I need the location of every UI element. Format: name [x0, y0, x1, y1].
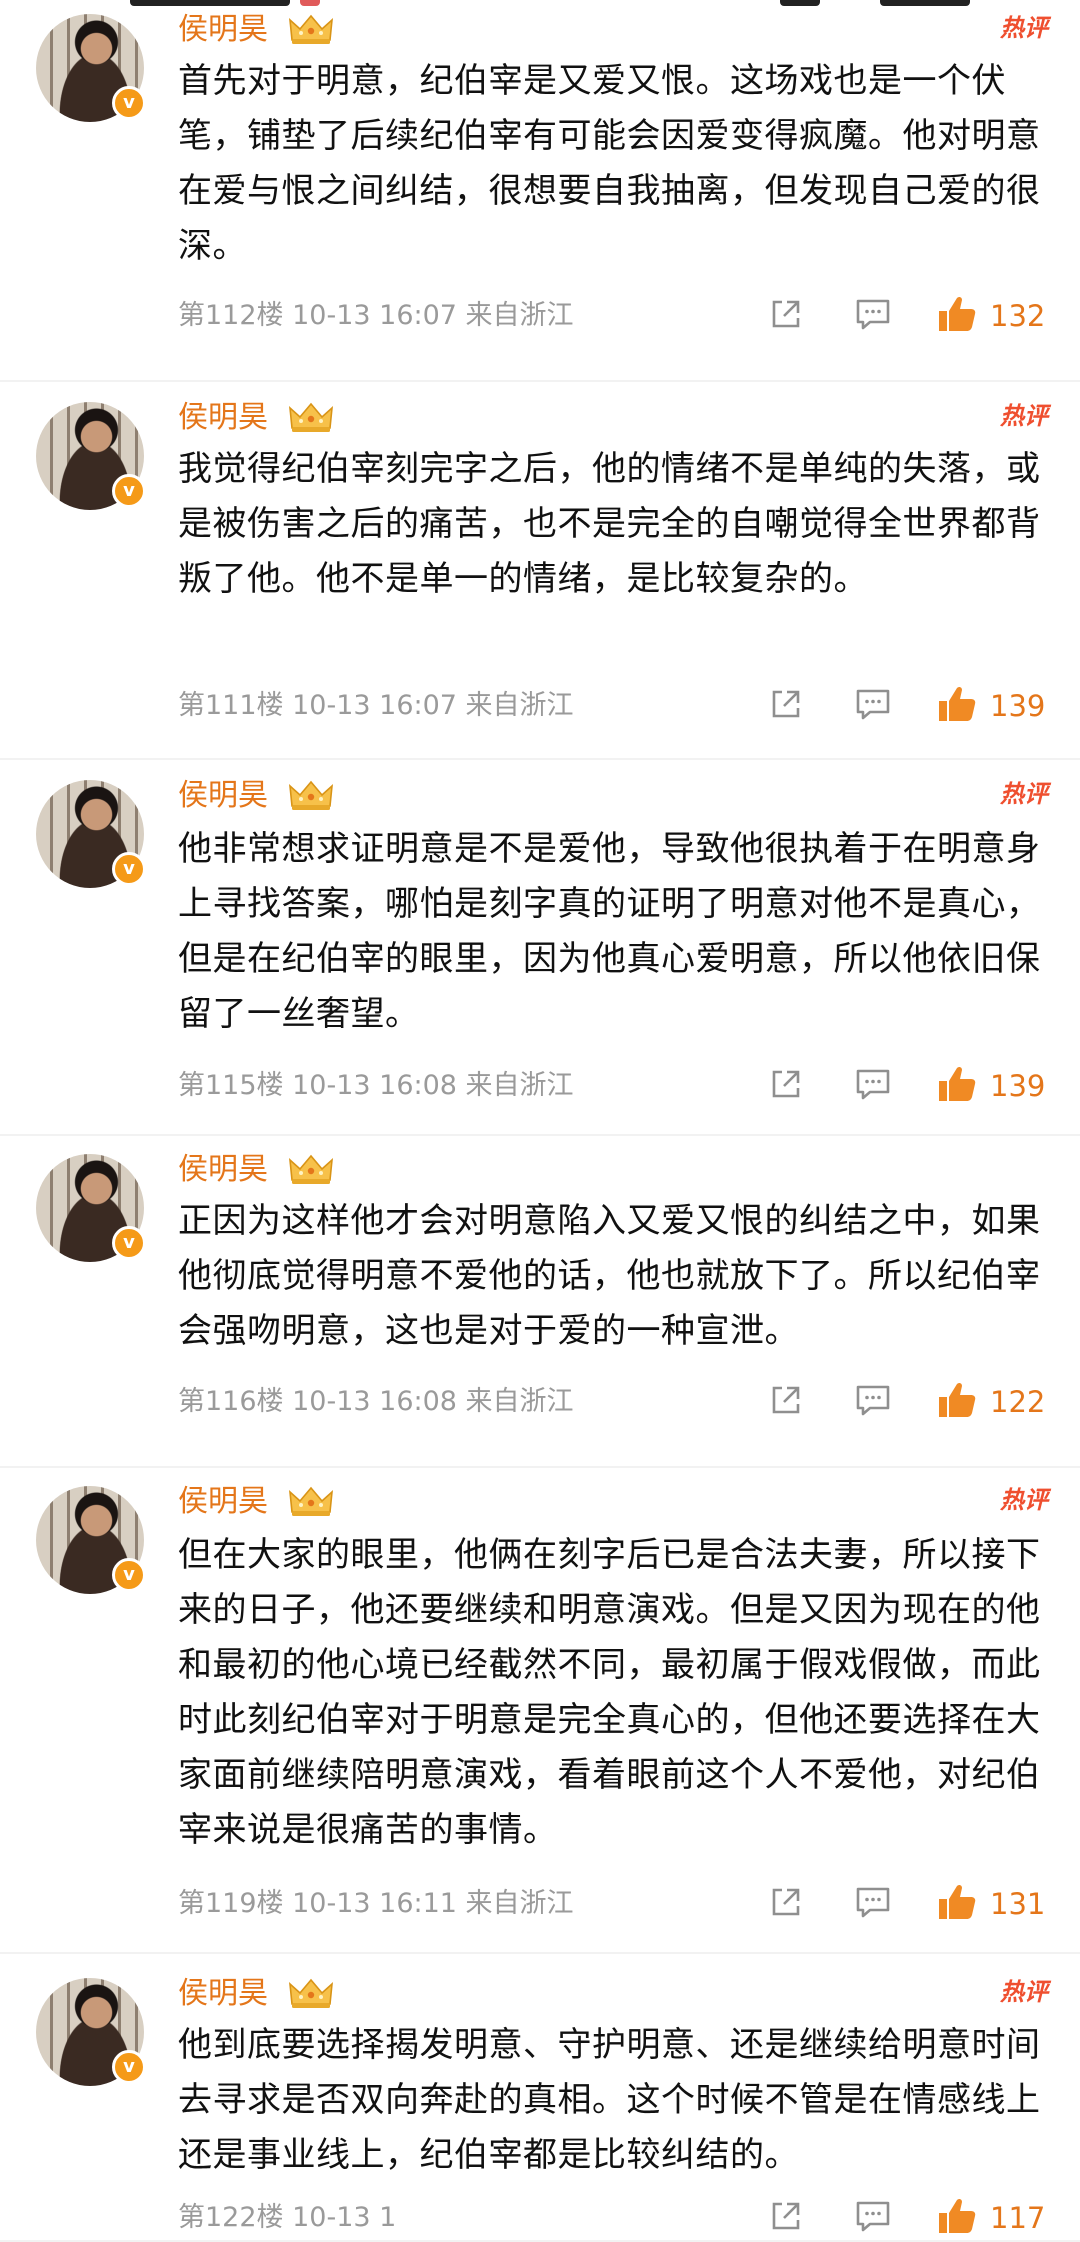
verified-badge-icon: v — [112, 86, 146, 120]
hot-comment-badge: 热评 — [1000, 402, 1048, 430]
comment-item[interactable]: v 侯明昊 热评 他到底要选择揭发明意、守护明意、还是继续给明意时间去寻求是否双… — [0, 1954, 1080, 2242]
comment-item[interactable]: v 侯明昊 热评 我觉得纪伯宰刻完字之后，他的情绪不是单纯的失落，或是被伤害之后… — [0, 382, 1080, 760]
hot-comment-badge: 热评 — [1000, 780, 1048, 808]
share-icon[interactable] — [768, 1382, 804, 1422]
thumbs-up-icon[interactable] — [936, 294, 978, 334]
like-count: 131 — [990, 1887, 1046, 1921]
comment-meta: 第111楼 10-13 16:07 来自浙江 — [178, 690, 574, 721]
like-count: 139 — [990, 689, 1046, 723]
hot-comment-badge: 热评 — [1000, 1486, 1048, 1514]
crown-icon — [288, 12, 334, 46]
share-icon[interactable] — [768, 296, 804, 336]
author-name[interactable]: 侯明昊 — [178, 398, 268, 438]
verified-badge-icon: v — [112, 2050, 146, 2084]
crown-icon — [288, 400, 334, 434]
thumbs-up-icon[interactable] — [936, 684, 978, 724]
comment-text: 他到底要选择揭发明意、守护明意、还是继续给明意时间去寻求是否双向奔赴的真相。这个… — [178, 2025, 1041, 2175]
crown-icon — [288, 1152, 334, 1186]
comment-item[interactable]: v 侯明昊 热评 他非常想求证明意是不是爱他，导致他很执着于在明意身上寻找答案，… — [0, 760, 1080, 1136]
share-icon[interactable] — [768, 1884, 804, 1924]
thumbs-up-icon[interactable] — [936, 2196, 978, 2236]
verified-badge-icon: v — [112, 852, 146, 886]
comment-icon[interactable] — [854, 1382, 892, 1422]
thumbs-up-icon[interactable] — [936, 1882, 978, 1922]
comment-meta: 第119楼 10-13 16:11 来自浙江 — [178, 1888, 574, 1919]
like-count: 139 — [990, 1069, 1046, 1103]
share-icon[interactable] — [768, 1066, 804, 1106]
crown-icon — [288, 778, 334, 812]
share-icon[interactable] — [768, 686, 804, 726]
comment-meta: 第115楼 10-13 16:08 来自浙江 — [178, 1070, 574, 1101]
hot-comment-badge: 热评 — [1000, 14, 1048, 42]
comment-icon[interactable] — [854, 1066, 892, 1106]
comment-text: 他非常想求证明意是不是爱他，导致他很执着于在明意身上寻找答案，哪怕是刻字真的证明… — [178, 829, 1041, 1034]
comment-item[interactable]: v 侯明昊 热评 首先对于明意，纪伯宰是又爱又恨。这场戏也是一个伏笔，铺垫了后续… — [0, 10, 1080, 382]
crown-icon — [288, 1484, 334, 1518]
comment-icon[interactable] — [854, 296, 892, 336]
comment-item[interactable]: v 侯明昊 正因为这样他才会对明意陷入又爱又恨的纠结之中，如果他彻底觉得明意不爱… — [0, 1136, 1080, 1468]
author-name[interactable]: 侯明昊 — [178, 10, 268, 50]
crown-icon — [288, 1976, 334, 2010]
like-count: 122 — [990, 1385, 1046, 1419]
comment-text: 首先对于明意，纪伯宰是又爱又恨。这场戏也是一个伏笔，铺垫了后续纪伯宰有可能会因爱… — [178, 61, 1041, 266]
status-bar-fragment — [130, 0, 290, 6]
author-name[interactable]: 侯明昊 — [178, 1974, 268, 2014]
like-count: 117 — [990, 2201, 1046, 2235]
author-name[interactable]: 侯明昊 — [178, 776, 268, 816]
share-icon[interactable] — [768, 2198, 804, 2238]
comment-text: 正因为这样他才会对明意陷入又爱又恨的纠结之中，如果他彻底觉得明意不爱他的话，他也… — [178, 1201, 1041, 1351]
author-name[interactable]: 侯明昊 — [178, 1150, 268, 1190]
comment-meta: 第112楼 10-13 16:07 来自浙江 — [178, 300, 574, 331]
comment-icon[interactable] — [854, 686, 892, 726]
like-count: 132 — [990, 299, 1046, 333]
status-bar — [0, 0, 1080, 10]
status-bar-fragment — [300, 0, 320, 6]
comment-meta: 第116楼 10-13 16:08 来自浙江 — [178, 1386, 574, 1417]
comment-item[interactable]: v 侯明昊 热评 但在大家的眼里，他俩在刻字后已是合法夫妻，所以接下来的日子，他… — [0, 1468, 1080, 1954]
comment-meta: 第122楼 10-13 1 — [178, 2202, 397, 2233]
author-name[interactable]: 侯明昊 — [178, 1482, 268, 1522]
comment-icon[interactable] — [854, 2198, 892, 2238]
status-bar-fragment — [880, 0, 970, 6]
verified-badge-icon: v — [112, 1226, 146, 1260]
hot-comment-badge: 热评 — [1000, 1978, 1048, 2006]
comment-text: 但在大家的眼里，他俩在刻字后已是合法夫妻，所以接下来的日子，他还要继续和明意演戏… — [178, 1535, 1041, 1850]
verified-badge-icon: v — [112, 474, 146, 508]
thumbs-up-icon[interactable] — [936, 1064, 978, 1104]
comment-text: 我觉得纪伯宰刻完字之后，他的情绪不是单纯的失落，或是被伤害之后的痛苦，也不是完全… — [178, 449, 1041, 599]
status-bar-fragment — [780, 0, 820, 6]
verified-badge-icon: v — [112, 1558, 146, 1592]
comment-icon[interactable] — [854, 1884, 892, 1924]
thumbs-up-icon[interactable] — [936, 1380, 978, 1420]
